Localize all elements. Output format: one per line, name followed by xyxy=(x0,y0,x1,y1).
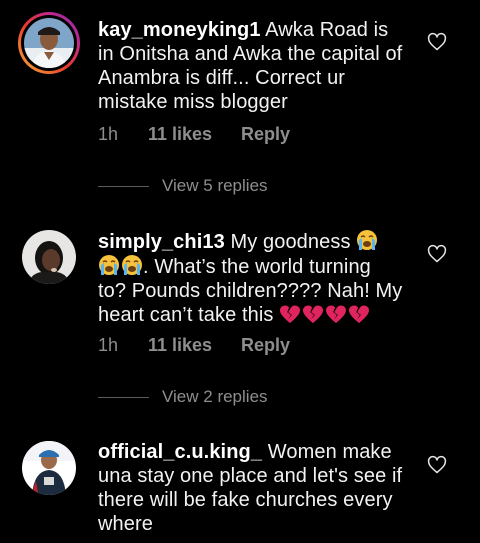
comment-text: simply_chi13 My goodness . What’s the wo… xyxy=(98,229,403,327)
view-replies-divider xyxy=(98,186,149,187)
comment-username[interactable]: official_c.u.king_ xyxy=(98,441,262,463)
avatar[interactable] xyxy=(18,12,80,74)
broken-heart-icon xyxy=(280,305,301,324)
comment-username[interactable]: kay_moneyking1 xyxy=(98,19,261,41)
view-replies-divider xyxy=(98,397,149,398)
comment-text: kay_moneyking1 Awka Road is in Onitsha a… xyxy=(98,18,403,114)
reply-button[interactable]: Reply xyxy=(241,122,290,146)
loudly-crying-face-icon xyxy=(99,255,119,275)
comment-body: My goodness xyxy=(230,231,351,253)
loudly-crying-face-icon xyxy=(122,255,142,275)
like-heart-icon[interactable] xyxy=(427,244,447,264)
crying-emoji-group xyxy=(98,254,143,276)
crying-emoji-group xyxy=(356,229,378,251)
comment-username[interactable]: simply_chi13 xyxy=(98,231,225,253)
comment-time: 1h xyxy=(98,335,119,355)
broken-heart-icon xyxy=(303,305,324,324)
profile-photo-icon xyxy=(24,18,74,68)
comment-likes[interactable]: 11 likes xyxy=(148,122,212,146)
loudly-crying-face-icon xyxy=(357,230,378,250)
comment-likes[interactable]: 11 likes xyxy=(148,333,212,357)
profile-photo-icon xyxy=(22,441,76,495)
avatar[interactable] xyxy=(22,230,76,284)
like-heart-icon[interactable] xyxy=(427,455,447,475)
reply-button[interactable]: Reply xyxy=(241,333,290,357)
broken-heart-emoji-group xyxy=(279,304,370,324)
broken-heart-icon xyxy=(326,305,347,324)
view-replies-label: View 5 replies xyxy=(162,176,268,195)
view-replies-label: View 2 replies xyxy=(162,387,268,406)
avatar[interactable] xyxy=(22,441,76,495)
broken-heart-icon xyxy=(349,305,370,324)
comment-text: official_c.u.king_ Women make una stay o… xyxy=(98,440,403,536)
like-heart-icon[interactable] xyxy=(427,32,447,52)
profile-photo-icon xyxy=(22,230,76,284)
comment-time: 1h xyxy=(98,124,119,144)
